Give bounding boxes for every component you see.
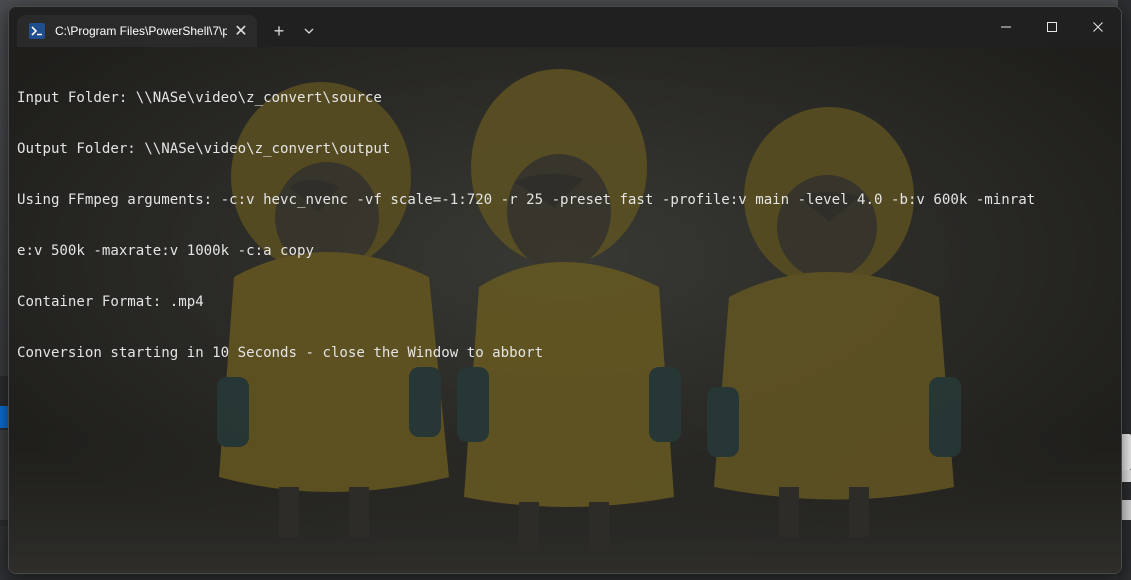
output-line: Input Folder: \\NASe\video\z_convert\sou… <box>17 90 382 106</box>
maximize-button[interactable] <box>1029 7 1075 47</box>
minimize-icon <box>1001 26 1011 28</box>
close-window-button[interactable] <box>1075 7 1121 47</box>
minimize-button[interactable] <box>983 7 1029 47</box>
powershell-icon <box>29 23 45 39</box>
output-line: Container Format: .mp4 <box>17 294 204 310</box>
terminal-output[interactable]: Input Folder: \\NASe\video\z_convert\sou… <box>17 56 1109 396</box>
tab-dropdown-button[interactable] <box>295 17 323 45</box>
close-icon <box>1093 22 1103 32</box>
close-icon: ✕ <box>234 23 248 40</box>
background-selection <box>0 406 8 428</box>
title-bar[interactable]: C:\Program Files\PowerShell\7\pwsh.exe ✕… <box>9 7 1121 47</box>
output-line: Conversion starting in 10 Seconds - clos… <box>17 345 544 361</box>
plus-icon: + <box>273 20 285 41</box>
output-line: Using FFmpeg arguments: -c:v hevc_nvenc … <box>17 192 1036 208</box>
terminal-window: C:\Program Files\PowerShell\7\pwsh.exe ✕… <box>8 6 1122 574</box>
output-line: e:v 500k -maxrate:v 1000k -c:a copy <box>17 243 314 259</box>
maximize-icon <box>1047 22 1057 32</box>
new-tab-button[interactable]: + <box>265 17 293 45</box>
background-panel <box>0 430 8 520</box>
tab-powershell[interactable]: C:\Program Files\PowerShell\7\pwsh.exe ✕ <box>17 15 257 47</box>
output-line: Output Folder: \\NASe\video\z_convert\ou… <box>17 141 391 157</box>
tab-title: C:\Program Files\PowerShell\7\pwsh.exe <box>55 24 227 38</box>
close-tab-button[interactable]: ✕ <box>229 19 253 43</box>
terminal-content[interactable]: Input Folder: \\NASe\video\z_convert\sou… <box>9 47 1121 573</box>
chevron-down-icon <box>304 28 314 34</box>
